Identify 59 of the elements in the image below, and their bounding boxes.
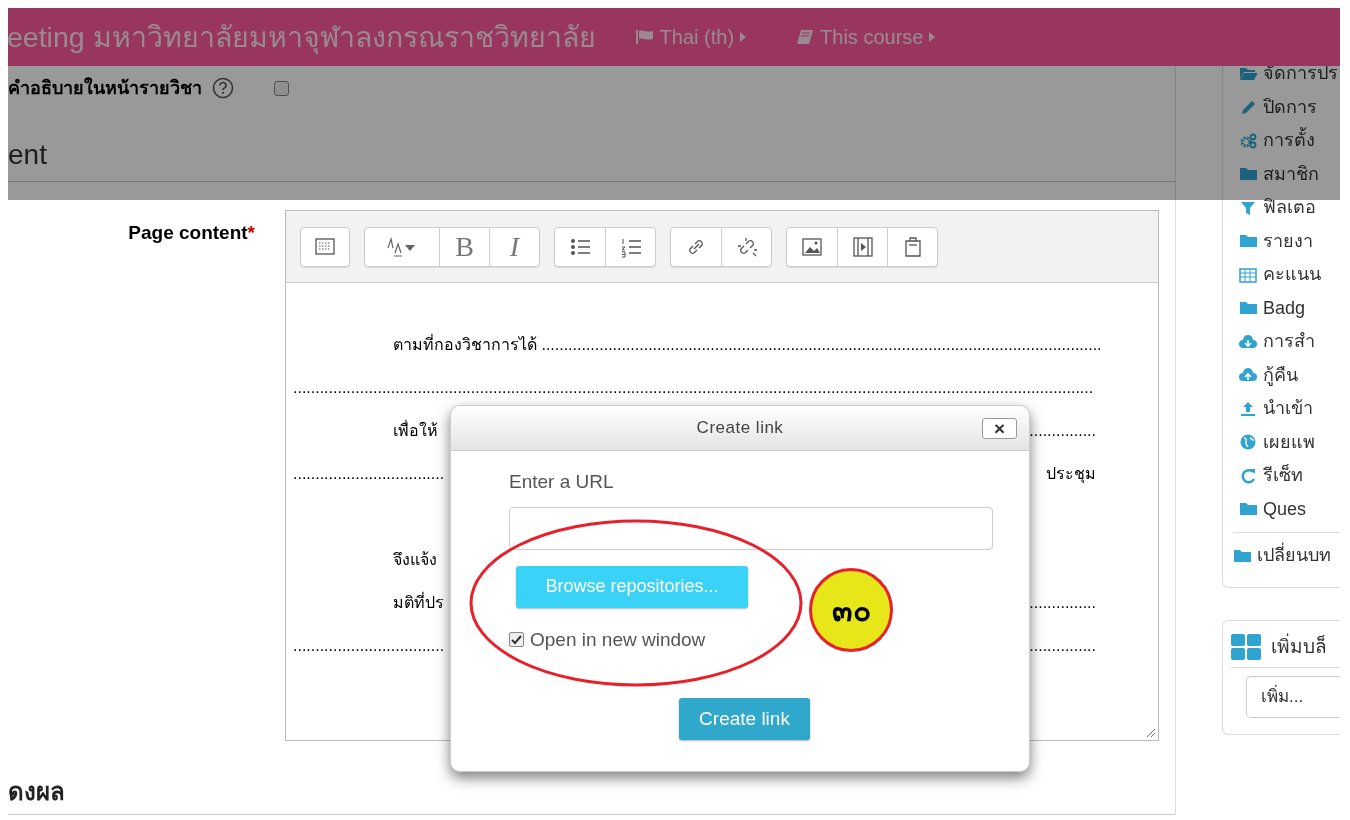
sidebar-link[interactable]: Ques [1239, 492, 1340, 526]
checkbox[interactable] [509, 632, 524, 648]
image-icon [801, 235, 823, 258]
checkbox[interactable] [274, 80, 289, 96]
editor-text: .................................. [293, 636, 445, 656]
gears-icon [1239, 131, 1257, 150]
section-heading: ent [8, 141, 47, 169]
dialog-title: Create link [696, 417, 784, 440]
editor-text: .................................. [293, 464, 445, 484]
book-icon [796, 29, 815, 45]
cloud-icon [1239, 332, 1257, 351]
url-input[interactable] [509, 506, 993, 550]
unlink-icon [735, 235, 758, 258]
sidebar-link[interactable]: กู้คืน [1239, 358, 1340, 392]
sidebar-link[interactable]: Badg [1239, 291, 1340, 325]
sidebar-link[interactable]: การตั้ง [1239, 124, 1340, 158]
field-label: Enter a URL [509, 470, 615, 494]
sidebar-link[interactable]: คะแนน [1239, 258, 1340, 292]
help-icon[interactable] [212, 77, 234, 99]
checkbox-label: Open in new window [530, 627, 706, 652]
toolbar-button[interactable] [300, 226, 350, 267]
sidebar-link[interactable]: การสำ [1239, 325, 1340, 359]
globe-icon [1239, 433, 1257, 452]
close-button[interactable]: × [982, 418, 1017, 439]
editor-text: .................................................................................................................................................................................... [293, 378, 1094, 398]
sidebar-link[interactable]: ฟิลเตอ [1239, 191, 1340, 225]
editor-text: ............... [1029, 593, 1096, 613]
sidebar-link[interactable]: ปิดการ [1239, 90, 1340, 124]
pencil-icon [1239, 98, 1257, 117]
film-icon [851, 235, 874, 258]
table-icon [1239, 265, 1257, 284]
font-style-icon [387, 235, 417, 258]
upload-icon [1239, 399, 1257, 418]
editor-text: ............... [1029, 636, 1096, 656]
caret-icon [929, 32, 936, 42]
sidebar-link[interactable]: เปลี่ยนบท [1233, 539, 1340, 573]
editor-text: จึงแจ้ง [393, 550, 437, 570]
editor-text: มติที่ปร [393, 591, 444, 613]
sidebar-link[interactable]: รีเซ็ท [1239, 459, 1340, 493]
block-title: เพิ่มบล็ [1271, 632, 1327, 659]
caret-icon [740, 32, 747, 42]
section-heading: ดงผล [8, 780, 65, 804]
toolbar-toggle-icon [314, 235, 336, 258]
editor-text: ประชุม [1046, 464, 1096, 486]
refresh-icon [1239, 466, 1257, 485]
add-block-select[interactable]: เพิ่ม... [1246, 676, 1340, 718]
sidebar-link[interactable]: นำเข้า [1239, 392, 1340, 426]
flag-icon [635, 29, 654, 45]
resize-handle[interactable] [1144, 726, 1156, 738]
editor-text: เพื่อให้ [393, 419, 438, 441]
sidebar-link[interactable]: สมาชิก [1239, 157, 1340, 191]
toolbar-button[interactable]: I [489, 227, 539, 266]
toolbar-button[interactable]: B [439, 227, 489, 266]
sidebar-link[interactable]: เผยแพ [1239, 425, 1340, 459]
editor-text: ตามที่กองวิชาการได้ .............................................................................................................................. [393, 333, 1102, 355]
field-label: คำอธิบายในหน้ารายวิชา [8, 76, 202, 100]
sidebar-link[interactable]: รายงา [1239, 224, 1340, 258]
editor-text: ............... [1029, 421, 1096, 441]
blocks-icon [1231, 633, 1261, 660]
